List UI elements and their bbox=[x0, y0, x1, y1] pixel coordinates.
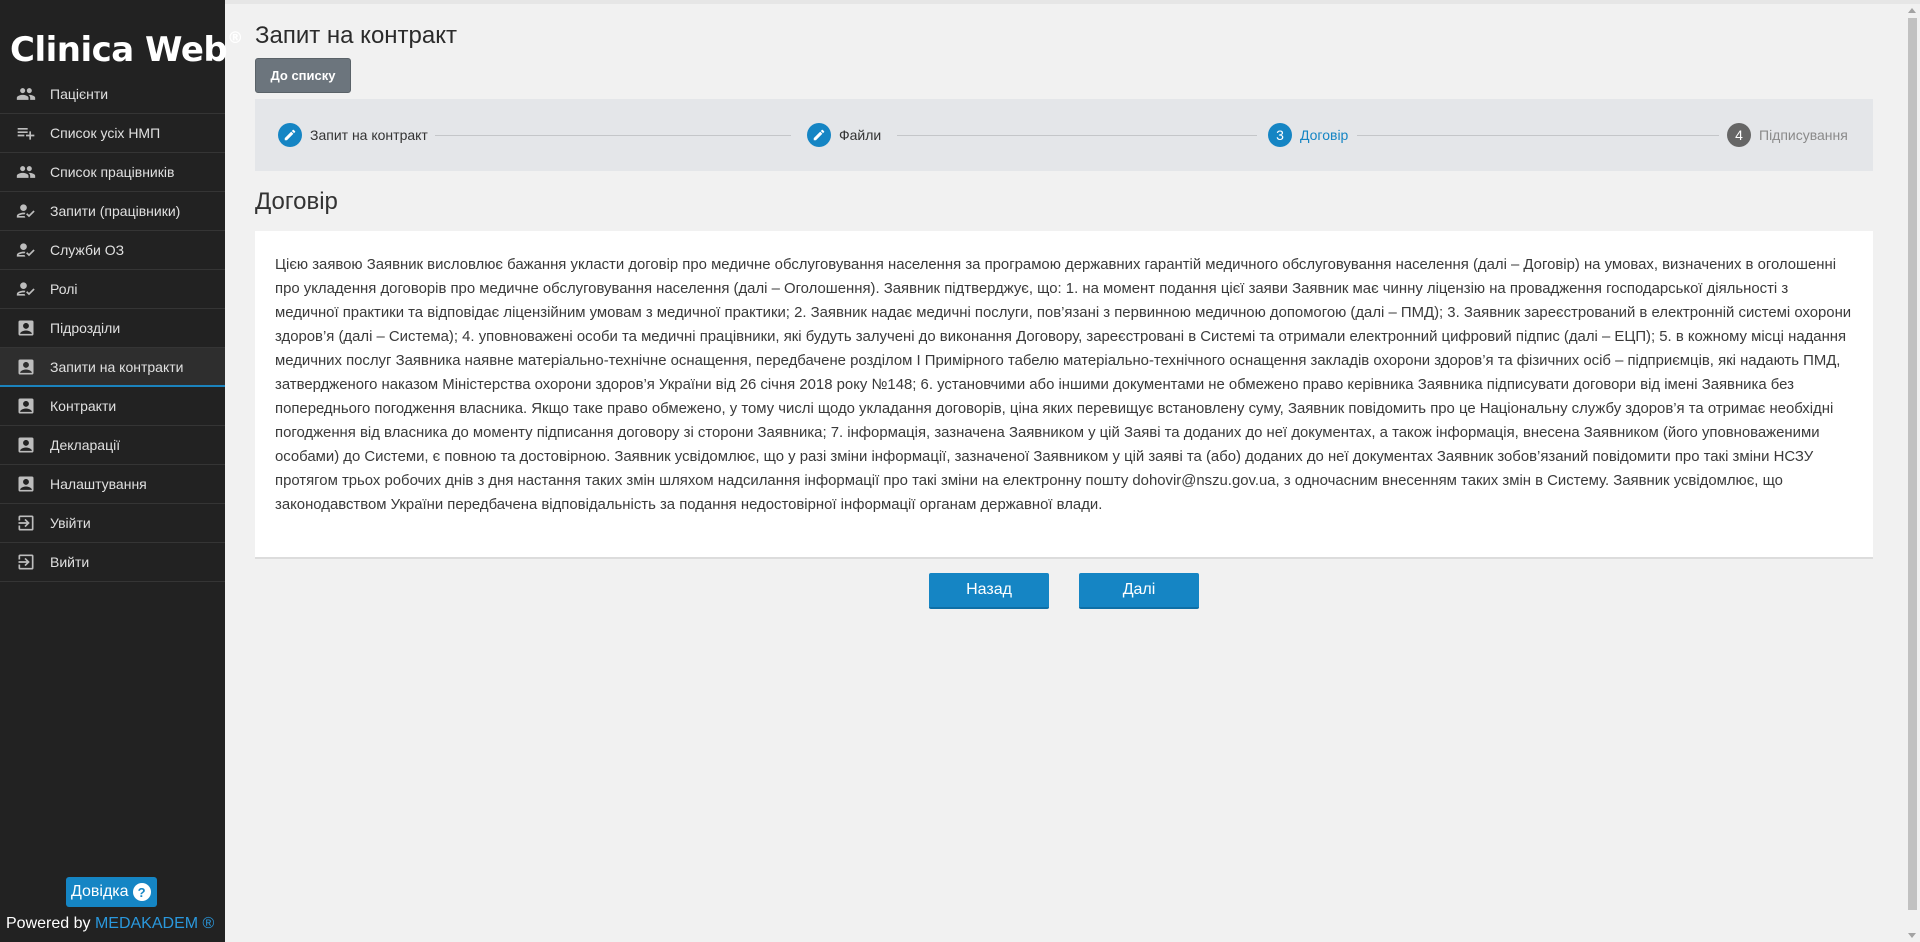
sidebar-item[interactable]: Запити (працівники) bbox=[0, 192, 225, 231]
sidebar-item[interactable]: Вийти bbox=[0, 543, 225, 582]
sidebar-item-label: Запити на контракти bbox=[50, 358, 184, 375]
back-to-list-button[interactable]: До списку bbox=[255, 58, 351, 93]
step-number: 4 bbox=[1727, 123, 1751, 147]
back-button[interactable]: Назад bbox=[929, 573, 1049, 609]
contact-card-icon bbox=[15, 473, 37, 495]
top-border bbox=[0, 0, 1920, 4]
scroll-thumb[interactable] bbox=[1908, 18, 1917, 910]
step-label: Файли bbox=[839, 127, 882, 143]
step-request[interactable]: Запит на контракт bbox=[278, 99, 428, 171]
step-connector bbox=[435, 135, 791, 136]
sidebar-item[interactable]: Пацієнти bbox=[0, 75, 225, 114]
sidebar-item[interactable]: Ролі bbox=[0, 270, 225, 309]
people-icon bbox=[15, 83, 37, 105]
person-check-icon bbox=[15, 200, 37, 222]
sidebar-item[interactable]: Список працівників bbox=[0, 153, 225, 192]
question-icon: ? bbox=[132, 883, 151, 901]
sidebar-item[interactable]: Список усіх НМП bbox=[0, 114, 225, 153]
brand-name: Clinica Web bbox=[10, 30, 228, 70]
step-contract[interactable]: 3 Договір bbox=[1268, 99, 1348, 171]
help-label: Довідка bbox=[71, 883, 129, 900]
sidebar: Clinica Web® Пацієнти Список усіх НМП Спис… bbox=[0, 0, 243, 942]
sidebar-item[interactable]: Служби ОЗ bbox=[0, 231, 225, 270]
sidebar-item-label: Декларації bbox=[50, 437, 121, 453]
sidebar-item-label: Вийти bbox=[50, 554, 90, 570]
sidebar-item-label: Служби ОЗ bbox=[50, 242, 125, 258]
step-label: Запит на контракт bbox=[310, 127, 428, 143]
sidebar-item-label: Ролі bbox=[50, 281, 78, 297]
scroll-down-arrow-icon[interactable] bbox=[1908, 933, 1916, 938]
contract-text: Цією заявою Заявник висловлює бажання ук… bbox=[275, 257, 1852, 513]
sidebar-item[interactable]: Контракти bbox=[0, 387, 225, 426]
brand-logo[interactable]: Clinica Web® bbox=[10, 27, 243, 70]
sidebar-item[interactable]: Запити на контракти bbox=[0, 348, 225, 387]
powered-prefix: Powered by bbox=[6, 915, 91, 932]
sidebar-item-label: Контракти bbox=[50, 398, 117, 414]
sidebar-item[interactable]: Увійти bbox=[0, 504, 225, 543]
step-label: Підписування bbox=[1759, 127, 1848, 143]
person-check-icon bbox=[15, 278, 37, 300]
contact-card-icon bbox=[15, 395, 37, 417]
pencil-icon bbox=[807, 123, 831, 147]
step-files[interactable]: Файли bbox=[807, 99, 881, 171]
playlist-add-icon bbox=[15, 122, 37, 144]
stepper: Запит на контракт Файли 3 Договір 4 Підп… bbox=[255, 99, 1873, 171]
powered-by: Powered by MEDAKADEM ® bbox=[6, 915, 214, 933]
sidebar-item[interactable]: Налаштування bbox=[0, 465, 225, 504]
step-signing[interactable]: 4 Підписування bbox=[1727, 99, 1848, 171]
section-title: Договір bbox=[255, 188, 338, 215]
contact-card-icon bbox=[15, 356, 37, 378]
scroll-up-arrow-icon[interactable] bbox=[1908, 8, 1916, 13]
contract-card: Цією заявою Заявник висловлює бажання ук… bbox=[255, 231, 1873, 559]
sidebar-item-label: Налаштування bbox=[50, 476, 147, 492]
sidebar-item[interactable]: Декларації bbox=[0, 426, 225, 465]
person-check-icon bbox=[15, 239, 37, 261]
step-label: Договір bbox=[1300, 127, 1349, 143]
sidebar-item-label: Список працівників bbox=[50, 164, 175, 180]
step-number: 3 bbox=[1268, 123, 1292, 147]
pencil-icon bbox=[278, 123, 302, 147]
logout-icon bbox=[15, 551, 37, 573]
contact-card-icon bbox=[15, 434, 37, 456]
people-icon bbox=[15, 161, 37, 183]
sidebar-item-label: Запити (працівники) bbox=[50, 203, 181, 219]
login-icon bbox=[15, 512, 37, 534]
sidebar-item[interactable]: Підрозділи bbox=[0, 309, 225, 348]
sidebar-item-label: Список усіх НМП bbox=[50, 125, 161, 141]
page-title: Запит на контракт bbox=[255, 22, 457, 49]
sidebar-item-label: Підрозділи bbox=[50, 320, 121, 336]
medakadem-link[interactable]: MEDAKADEM ® bbox=[95, 915, 214, 932]
sidebar-item-label: Пацієнти bbox=[50, 86, 109, 102]
step-connector bbox=[897, 135, 1257, 136]
contact-card-icon bbox=[15, 317, 37, 339]
scrollbar[interactable] bbox=[1905, 4, 1920, 942]
sidebar-item-label: Увійти bbox=[50, 515, 91, 531]
next-button[interactable]: Далі bbox=[1079, 573, 1199, 609]
step-connector bbox=[1357, 135, 1719, 136]
sidebar-nav: Пацієнти Список усіх НМП Список працівникі… bbox=[0, 75, 225, 582]
help-button[interactable]: Довідка ? bbox=[66, 877, 157, 907]
brand-mark: ® bbox=[227, 27, 243, 47]
